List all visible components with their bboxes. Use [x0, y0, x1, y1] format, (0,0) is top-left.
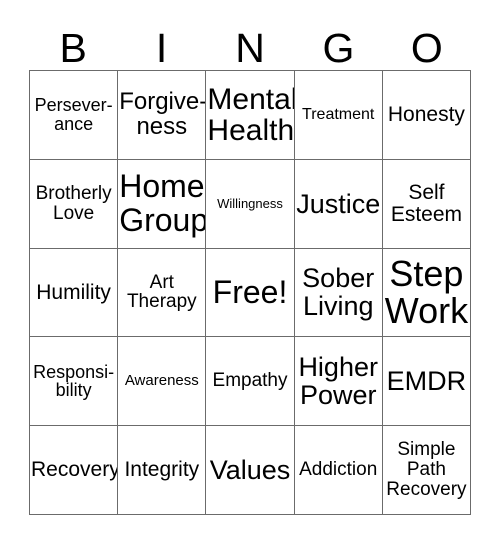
bingo-cell[interactable]: Awareness — [118, 337, 207, 427]
bingo-cell-label: Recovery — [31, 458, 119, 482]
bingo-cell-label: Humility — [36, 280, 111, 304]
bingo-cell-label: Values — [209, 455, 291, 486]
bingo-cell[interactable]: Honesty — [382, 71, 472, 160]
bingo-cell[interactable]: Recovery — [30, 426, 119, 515]
bingo-cell-label: Willingness — [217, 195, 283, 211]
bingo-header-letter-i: I — [155, 25, 168, 71]
bingo-row: Persever- ance Forgive- ness Mental Heal… — [30, 71, 472, 160]
bingo-cell-label: Mental Health — [207, 82, 295, 147]
bingo-cell-label: Empathy — [212, 370, 288, 392]
bingo-cell-label: Integrity — [124, 458, 200, 482]
bingo-cell[interactable]: Self Esteem — [382, 159, 472, 249]
bingo-cell[interactable]: Home Group — [118, 159, 207, 249]
bingo-cell-label: Simple Path Recovery — [386, 439, 467, 500]
bingo-cell-label: Step Work — [384, 253, 469, 332]
bingo-cell-label: Justice — [296, 188, 381, 219]
bingo-header-letter-b: B — [59, 25, 87, 71]
bingo-cell[interactable]: Step Work — [382, 248, 472, 338]
bingo-cell[interactable]: Persever- ance — [30, 71, 119, 160]
bingo-row: Responsi- bility Awareness Empathy Highe… — [30, 337, 472, 427]
bingo-cell-label: Forgive- ness — [119, 87, 207, 140]
bingo-cell[interactable]: Empathy — [206, 337, 295, 427]
bingo-cell[interactable]: Higher Power — [294, 337, 383, 427]
bingo-cell[interactable]: Humility — [30, 248, 119, 338]
bingo-cell-label: EMDR — [386, 366, 467, 397]
bingo-row: Brotherly Love Home Group Willingness Ju… — [30, 159, 472, 249]
bingo-row: Humility Art Therapy Free! Sober Living … — [30, 248, 472, 338]
bingo-cell-label: Awareness — [124, 372, 199, 390]
bingo-cell[interactable]: Values — [206, 426, 295, 515]
bingo-cell[interactable]: Responsi- bility — [30, 337, 119, 427]
bingo-row: Recovery Integrity Values Addiction Simp… — [30, 426, 472, 515]
bingo-card: B I N G O Persever- ance Forgive- ness M… — [29, 14, 472, 515]
bingo-header-letter-n: N — [235, 25, 265, 71]
bingo-cell[interactable]: Brotherly Love — [30, 159, 119, 249]
bingo-cell[interactable]: Art Therapy — [118, 248, 207, 338]
bingo-cell[interactable]: Simple Path Recovery — [382, 426, 472, 515]
bingo-header-letter-o: O — [410, 25, 443, 71]
bingo-cell[interactable]: Mental Health — [206, 71, 295, 160]
bingo-cell-label: Persever- ance — [34, 95, 113, 134]
bingo-cell[interactable]: EMDR — [382, 337, 472, 427]
bingo-cell-label: Brotherly Love — [35, 182, 112, 224]
bingo-cell[interactable]: Treatment — [294, 71, 383, 160]
bingo-cell-label: Addiction — [299, 459, 378, 481]
bingo-cell[interactable]: Sober Living — [294, 248, 383, 338]
bingo-cell[interactable]: Addiction — [294, 426, 383, 515]
bingo-header-row: B I N G O — [29, 14, 471, 70]
bingo-cell[interactable]: Justice — [294, 159, 383, 249]
bingo-grid: Persever- ance Forgive- ness Mental Heal… — [29, 70, 472, 515]
bingo-cell-label: Higher Power — [298, 352, 378, 411]
bingo-cell-free[interactable]: Free! — [206, 248, 295, 338]
bingo-cell[interactable]: Willingness — [206, 159, 295, 249]
bingo-cell-label: Free! — [212, 273, 288, 310]
bingo-cell[interactable]: Forgive- ness — [118, 71, 207, 160]
bingo-cell-label: Responsi- bility — [33, 361, 115, 401]
bingo-cell-label: Honesty — [387, 102, 465, 126]
bingo-cell-label: Art Therapy — [126, 271, 197, 313]
bingo-header-letter-g: G — [322, 25, 355, 71]
bingo-cell-label: Self Esteem — [390, 180, 463, 226]
bingo-cell-label: Treatment — [302, 105, 375, 123]
bingo-cell-label: Sober Living — [302, 263, 375, 322]
bingo-cell-label: Home Group — [119, 168, 207, 238]
bingo-cell[interactable]: Integrity — [118, 426, 207, 515]
